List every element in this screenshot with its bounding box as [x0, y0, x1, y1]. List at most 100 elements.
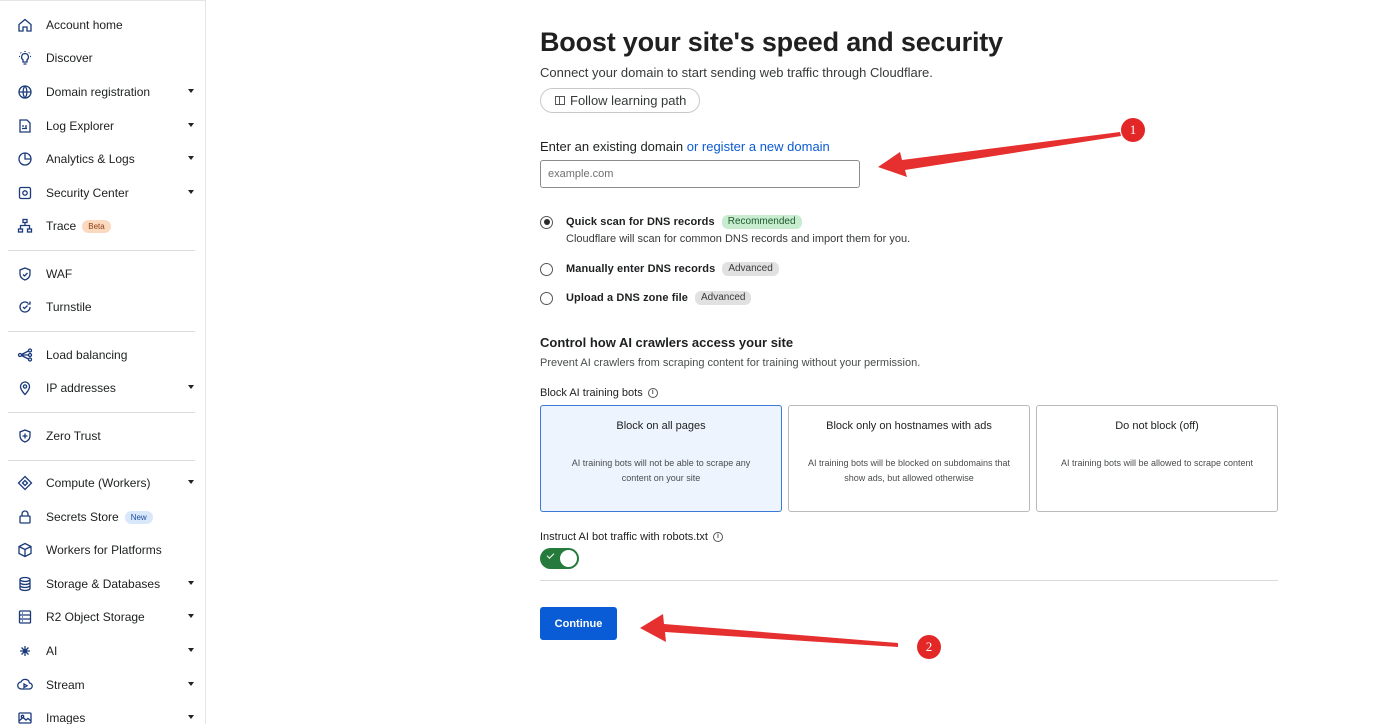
sidebar-item-images[interactable]: Images [8, 705, 198, 724]
robots-label-row: Instruct AI bot traffic with robots.txt … [540, 531, 723, 543]
sidebar-item-security-center[interactable]: Security Center [8, 180, 198, 206]
arrow-1 [878, 132, 1121, 177]
block-option-all-pages[interactable]: Block on all pages AI training bots will… [540, 405, 782, 512]
sidebar-item-turnstile[interactable]: Turnstile [8, 294, 198, 320]
page-title: Boost your site's speed and security [540, 27, 1003, 57]
sidebar-item-label: Security Center [46, 186, 129, 200]
turnstile-icon [16, 298, 34, 316]
sidebar-item-label: Log Explorer [46, 119, 115, 133]
beta-badge: Beta [82, 219, 111, 233]
sidebar-item-load-balancing[interactable]: Load balancing [8, 342, 198, 368]
advanced-badge: Advanced [722, 262, 779, 276]
annotation-badge-2: 2 [917, 635, 941, 659]
load-balancer-icon [16, 346, 34, 364]
sidebar-item-ai[interactable]: AI [8, 638, 198, 664]
sidebar-item-ip-addresses[interactable]: IP addresses [8, 375, 198, 401]
chart-icon [16, 150, 34, 168]
sidebar-item-label: Domain registration [46, 85, 151, 99]
sidebar-item-label: Storage & Databases [46, 577, 161, 591]
sidebar-item-label: R2 Object Storage [46, 610, 145, 624]
book-icon [555, 96, 565, 105]
block-option-title: Block on all pages [616, 420, 706, 432]
sidebar-item-label: Account home [46, 18, 123, 32]
sidebar-item-account-home[interactable]: Account home [8, 12, 198, 38]
block-option-off[interactable]: Do not block (off) AI training bots will… [1036, 405, 1278, 512]
sidebar-item-zero-trust[interactable]: Zero Trust [8, 423, 198, 449]
sidebar-item-r2-object-storage[interactable]: R2 Object Storage [8, 604, 198, 630]
radio-quick-scan[interactable] [540, 215, 553, 229]
annotation-badge-1: 1 [1121, 118, 1145, 142]
block-option-description: AI training bots will be blocked on subd… [807, 458, 1011, 483]
radio-manual[interactable] [540, 262, 553, 276]
image-icon [16, 709, 34, 724]
sidebar-item-stream[interactable]: Stream [8, 672, 198, 698]
register-domain-link[interactable]: or register a new domain [687, 139, 830, 154]
chevron-down-icon [188, 123, 194, 127]
info-icon[interactable]: i [712, 532, 723, 542]
globe-icon [16, 83, 34, 101]
block-option-title: Block only on hostnames with ads [826, 420, 992, 432]
sidebar-item-storage-databases[interactable]: Storage & Databases [8, 571, 198, 597]
dns-option-upload[interactable]: Upload a DNS zone file Advanced [540, 291, 752, 305]
toggle-knob [560, 550, 577, 567]
block-option-description: AI training bots will be allowed to scra… [1060, 458, 1254, 468]
sidebar-item-label: Discover [46, 51, 93, 65]
block-ai-label-row: Block AI training bots i [540, 387, 658, 399]
shield-icon [16, 427, 34, 445]
log-icon [16, 117, 34, 135]
sidebar-item-compute-workers[interactable]: Compute (Workers) [8, 470, 198, 496]
sidebar-item-label: Analytics & Logs [46, 152, 135, 166]
sidebar-item-discover[interactable]: Discover [8, 45, 198, 71]
new-badge: New [124, 510, 153, 524]
sidebar-item-trace[interactable]: Trace Beta [8, 213, 198, 239]
sidebar-item-label: Images [46, 711, 86, 724]
chevron-down-icon [188, 715, 194, 719]
dns-option-description: Cloudflare will scan for common DNS reco… [566, 233, 911, 245]
info-icon[interactable]: i [647, 388, 658, 398]
stream-icon [16, 676, 34, 694]
dns-option-label: Quick scan for DNS records [566, 216, 715, 228]
sidebar-item-secrets-store[interactable]: Secrets Store New [8, 504, 198, 530]
section-divider [540, 580, 1278, 581]
chevron-down-icon [188, 190, 194, 194]
ai-section-title: Control how AI crawlers access your site [540, 335, 794, 350]
block-option-hostnames-with-ads[interactable]: Block only on hostnames with ads AI trai… [788, 405, 1030, 512]
storage-icon [16, 608, 34, 626]
domain-input[interactable] [540, 160, 860, 188]
chevron-down-icon [188, 385, 194, 389]
sidebar-divider [8, 250, 195, 251]
chevron-down-icon [188, 581, 194, 585]
dns-option-quick-scan[interactable]: Quick scan for DNS records Recommended [540, 215, 802, 229]
sidebar-item-waf[interactable]: WAF [8, 261, 198, 287]
sidebar-item-label: Compute (Workers) [46, 476, 151, 490]
sidebar-item-label: Stream [46, 678, 85, 692]
follow-learning-path-button[interactable]: Follow learning path [540, 88, 701, 113]
dns-option-manual[interactable]: Manually enter DNS records Advanced [540, 262, 779, 276]
radio-upload[interactable] [540, 291, 553, 305]
block-option-description: AI training bots will not be able to scr… [571, 458, 751, 483]
sidebar-divider [8, 412, 195, 413]
chevron-down-icon [188, 648, 194, 652]
chevron-down-icon [188, 614, 194, 618]
follow-learning-path-label: Follow learning path [570, 93, 687, 108]
sidebar-item-log-explorer[interactable]: Log Explorer [8, 113, 198, 139]
lock-icon [16, 508, 34, 526]
cube-icon [16, 541, 34, 559]
database-icon [16, 575, 34, 593]
sparkle-icon [16, 642, 34, 660]
domain-prompt: Enter an existing domain [540, 139, 684, 154]
sidebar-item-workers-for-platforms[interactable]: Workers for Platforms [8, 537, 198, 563]
sidebar-divider [8, 460, 195, 461]
sidebar-item-label: Workers for Platforms [46, 543, 162, 557]
sidebar-item-analytics-logs[interactable]: Analytics & Logs [8, 146, 198, 172]
sidebar-item-domain-registration[interactable]: Domain registration [8, 79, 198, 105]
sidebar-item-label: AI [46, 644, 58, 658]
chevron-down-icon [188, 156, 194, 160]
dns-option-label: Manually enter DNS records [566, 263, 716, 275]
robots-toggle[interactable] [540, 548, 579, 569]
robots-label: Instruct AI bot traffic with robots.txt [540, 531, 708, 543]
arrow-2 [640, 614, 898, 647]
continue-button[interactable]: Continue [540, 607, 617, 640]
app-root: Account home Discover Domain registratio… [0, 0, 1373, 724]
sidebar: Account home Discover Domain registratio… [0, 0, 206, 724]
